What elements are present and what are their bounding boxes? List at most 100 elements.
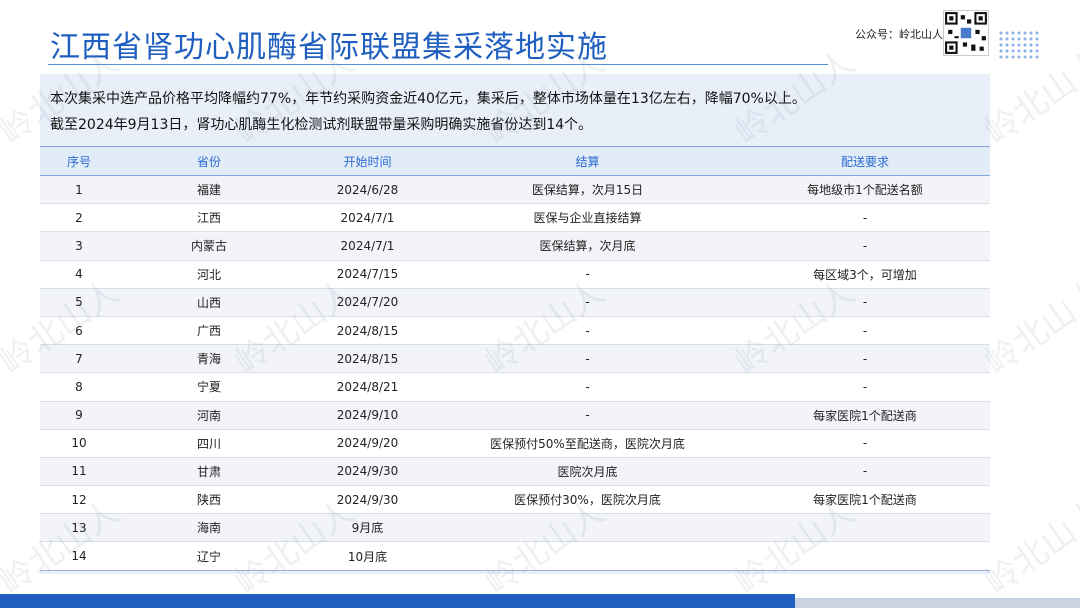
cell-settlement: - [435,372,740,402]
cell-index: 10 [40,429,118,458]
cell-start-date: 2024/9/20 [300,429,435,458]
table-row: 13 海南 9月底 [40,513,990,543]
cell-settlement: - [435,288,740,317]
cell-index: 3 [40,231,118,261]
table-row: 11 甘肃 2024/9/30 医院次月底 - [40,457,990,487]
cell-index: 8 [40,372,118,402]
cell-index: 2 [40,203,118,233]
cell-start-date: 2024/7/20 [300,288,435,317]
cell-province: 广西 [118,316,300,346]
cell-start-date: 2024/9/30 [300,457,435,487]
table-row: 9 河南 2024/9/10- 每家医院1个配送商 [40,401,990,430]
cell-delivery: - [740,316,990,346]
cell-province: 四川 [118,429,300,458]
table-row: 12 陕西 2024/9/30 医保预付30%，医院次月底 每家医院1个配送商 [40,485,990,515]
cell-delivery: 每区域3个，可增加 [740,260,990,289]
cell-settlement: - [435,316,740,346]
cell-delivery: - [740,231,990,261]
cell-index: 13 [40,513,118,543]
cell-province: 辽宁 [118,541,300,571]
table-row: 5 山西 2024/7/20- - [40,288,990,317]
table-row: 1 福建 2024/6/28 医保结算，次月15日 每地级市1个配送名额 [40,175,990,205]
table-row: 6 广西 2024/8/15- - [40,316,990,346]
cell-settlement: - [435,260,740,289]
cell-delivery [740,513,990,543]
cell-start-date: 2024/8/15 [300,316,435,346]
cell-settlement: 医保预付50%至配送商，医院次月底 [435,429,740,458]
implementation-table: 序号 省份 开始时间 结算 配送要求 1 福建 2024/6/28 医保结算，次月15… [40,146,990,571]
cell-province: 内蒙古 [118,231,300,261]
cell-start-date: 2024/9/10 [300,401,435,430]
cell-start-date: 2024/7/15 [300,260,435,289]
cell-settlement: 医保结算，次月15日 [435,175,740,205]
table-row: 14 辽宁 10月底 [40,541,990,571]
cell-index: 11 [40,457,118,487]
cell-delivery: 每地级市1个配送名额 [740,175,990,205]
cell-index: 4 [40,260,118,289]
cell-start-date: 2024/7/1 [300,203,435,233]
header-start-date: 开始时间 [300,146,435,176]
cell-delivery: - [740,344,990,374]
cell-settlement: 医保结算，次月底 [435,231,740,261]
cell-delivery [740,541,990,571]
cell-settlement: - [435,401,740,430]
summary-line-2: 截至2024年9月13日，肾功心肌酶生化检测试剂联盟带量采购明确实施省份达到14… [50,117,593,133]
cell-province: 陕西 [118,485,300,515]
cell-province: 江西 [118,203,300,233]
cell-index: 1 [40,175,118,205]
cell-index: 5 [40,288,118,317]
account-label: 公众号：岭北山人 [855,28,943,41]
table-row: 10 四川 2024/9/20 医保预付50%至配送商，医院次月底 - [40,429,990,458]
cell-province: 甘肃 [118,457,300,487]
page-title: 江西省肾功心肌酶省际联盟集采落地实施 [50,30,608,65]
cell-delivery: - [740,457,990,487]
cell-start-date: 2024/6/28 [300,175,435,205]
qr-code-icon [943,10,989,56]
cell-start-date: 9月底 [300,513,435,543]
table-row: 8 宁夏 2024/8/21- - [40,372,990,402]
cell-start-date: 2024/8/15 [300,344,435,374]
cell-delivery: - [740,429,990,458]
cell-delivery: 每家医院1个配送商 [740,401,990,430]
cell-settlement: 医院次月底 [435,457,740,487]
cell-settlement [435,513,740,543]
cell-province: 海南 [118,513,300,543]
header-settlement: 结算 [435,146,740,176]
cell-index: 12 [40,485,118,515]
table-row: 2 江西 2024/7/1 医保与企业直接结算 - [40,203,990,233]
cell-settlement: 医保与企业直接结算 [435,203,740,233]
header-delivery: 配送要求 [740,146,990,176]
cell-start-date: 2024/9/30 [300,485,435,515]
cell-start-date: 2024/8/21 [300,372,435,402]
cell-index: 14 [40,541,118,571]
cell-delivery: 每家医院1个配送商 [740,485,990,515]
footer-bar-accent [795,598,1080,608]
table-row: 3 内蒙古 2024/7/1 医保结算，次月底 - [40,231,990,261]
cell-province: 山西 [118,288,300,317]
summary-text: 本次集采中选产品价格平均降幅约77%，年节约采购资金近40亿元，集采后，整体市场… [50,86,980,138]
header-index: 序号 [40,146,118,176]
cell-start-date: 2024/7/1 [300,231,435,261]
cell-settlement: 医保预付30%，医院次月底 [435,485,740,515]
table-row: 7 青海 2024/8/15- - [40,344,990,374]
header-province: 省份 [118,146,300,176]
cell-province: 河北 [118,260,300,289]
table-header-row: 序号 省份 开始时间 结算 配送要求 [40,146,990,176]
decorative-dots [998,30,1040,60]
cell-province: 青海 [118,344,300,374]
summary-line-1: 本次集采中选产品价格平均降幅约77%，年节约采购资金近40亿元，集采后，整体市场… [50,91,806,107]
cell-index: 6 [40,316,118,346]
cell-settlement: - [435,344,740,374]
cell-province: 宁夏 [118,372,300,402]
cell-province: 福建 [118,175,300,205]
cell-delivery: - [740,203,990,233]
footer-bar [0,594,795,608]
title-divider [48,64,828,65]
cell-start-date: 10月底 [300,541,435,571]
cell-delivery: - [740,372,990,402]
cell-settlement [435,541,740,571]
cell-index: 9 [40,401,118,430]
table-row: 4 河北 2024/7/15- 每区域3个，可增加 [40,260,990,289]
cell-province: 河南 [118,401,300,430]
cell-delivery: - [740,288,990,317]
